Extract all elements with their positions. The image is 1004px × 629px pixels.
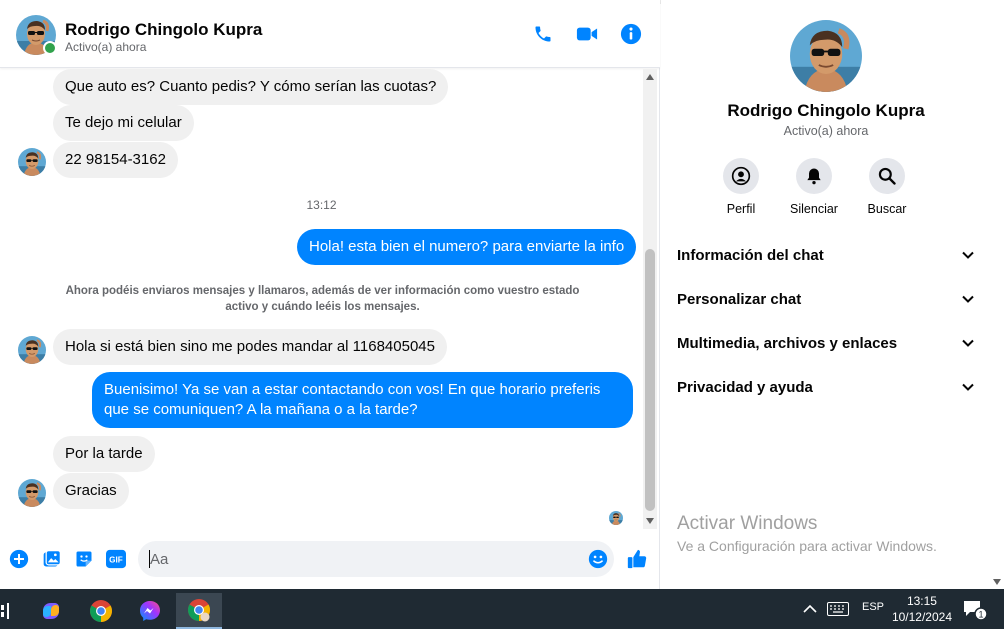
bell-icon bbox=[796, 158, 832, 194]
notifications-icon[interactable]: 1 bbox=[962, 599, 988, 621]
chevron-down-icon bbox=[962, 383, 974, 391]
mute-button[interactable]: Silenciar bbox=[790, 158, 838, 216]
message-outgoing[interactable]: Hola! esta bien el numero? para enviarte… bbox=[297, 229, 637, 265]
message-scrollbar[interactable] bbox=[643, 69, 657, 529]
search-label: Buscar bbox=[867, 202, 907, 216]
section-customize-chat[interactable]: Personalizar chat bbox=[677, 283, 975, 315]
mute-label: Silenciar bbox=[790, 202, 838, 216]
section-label: Personalizar chat bbox=[677, 290, 802, 308]
contact-status: Activo(a) ahora bbox=[65, 40, 147, 54]
language-indicator[interactable]: ESP bbox=[862, 601, 884, 613]
message-incoming[interactable]: Gracias bbox=[53, 473, 129, 509]
message-incoming[interactable]: Te dejo mi celular bbox=[53, 105, 194, 141]
text-caret bbox=[149, 550, 150, 568]
profile-button[interactable]: Perfil bbox=[717, 158, 765, 216]
windows-taskbar: ESP 13:15 10/12/2024 1 bbox=[0, 589, 1004, 629]
sender-avatar[interactable] bbox=[18, 148, 46, 176]
search-button[interactable]: Buscar bbox=[863, 158, 911, 216]
keyboard-icon[interactable] bbox=[826, 599, 850, 619]
section-privacy-help[interactable]: Privacidad y ayuda bbox=[677, 371, 975, 403]
header-actions bbox=[532, 23, 642, 45]
system-clock[interactable]: 13:15 10/12/2024 bbox=[892, 593, 952, 625]
scroll-down-arrow-icon[interactable] bbox=[646, 518, 654, 524]
notification-count: 1 bbox=[978, 610, 983, 620]
clock-time: 13:15 bbox=[906, 594, 937, 608]
timestamp-separator: 13:12 bbox=[306, 198, 337, 212]
plus-icon[interactable] bbox=[8, 548, 30, 570]
profile-icon bbox=[723, 158, 759, 194]
message-incoming[interactable]: Por la tarde bbox=[53, 436, 155, 472]
sender-avatar[interactable] bbox=[18, 336, 46, 364]
messenger-icon[interactable] bbox=[127, 593, 173, 629]
contact-name[interactable]: Rodrigo Chingolo Kupra bbox=[65, 20, 262, 40]
profile-name: Rodrigo Chingolo Kupra bbox=[727, 101, 925, 120]
copilot-icon[interactable] bbox=[28, 593, 74, 629]
gif-icon[interactable]: GIF bbox=[105, 548, 127, 570]
page-scrollbar[interactable] bbox=[990, 0, 1004, 589]
watermark-title: Activar Windows bbox=[677, 513, 818, 534]
clock-date: 10/12/2024 bbox=[891, 610, 952, 624]
section-media-files-links[interactable]: Multimedia, archivos y enlaces bbox=[677, 327, 975, 359]
message-incoming[interactable]: 22 98154-3162 bbox=[53, 142, 178, 178]
sender-avatar[interactable] bbox=[18, 479, 46, 507]
watermark-subtitle: Ve a Configuración para activar Windows. bbox=[677, 538, 937, 554]
chevron-up-icon[interactable] bbox=[802, 599, 818, 619]
chrome-icon[interactable] bbox=[78, 593, 124, 629]
online-status-dot bbox=[43, 41, 57, 55]
privacy-notice: Ahora podéis enviaros mensajes y llamaro… bbox=[65, 285, 580, 313]
chevron-down-icon bbox=[962, 339, 974, 347]
chevron-down-icon bbox=[962, 295, 974, 303]
phone-call-icon[interactable] bbox=[532, 23, 554, 45]
gif-label: GIF bbox=[109, 556, 123, 565]
chevron-down-icon bbox=[962, 251, 974, 259]
search-icon bbox=[869, 158, 905, 194]
profile-avatar[interactable] bbox=[790, 20, 862, 92]
profile-label: Perfil bbox=[726, 202, 756, 216]
profile-status: Activo(a) ahora bbox=[783, 124, 869, 138]
conversation-info-panel: Rodrigo Chingolo Kupra Activo(a) ahora P… bbox=[661, 0, 1004, 589]
info-icon[interactable] bbox=[620, 23, 642, 45]
chat-panel: Rodrigo Chingolo Kupra Activo(a) ahora Q… bbox=[0, 0, 660, 589]
message-incoming[interactable]: Que auto es? Cuanto pedis? Y cómo serían… bbox=[53, 69, 449, 105]
chat-header: Rodrigo Chingolo Kupra Activo(a) ahora bbox=[0, 0, 660, 68]
scroll-thumb[interactable] bbox=[645, 249, 655, 511]
image-icon[interactable] bbox=[41, 548, 63, 570]
thumbs-up-icon[interactable] bbox=[626, 548, 648, 570]
seen-indicator-avatar bbox=[609, 511, 623, 525]
scroll-up-arrow-icon[interactable] bbox=[646, 74, 654, 80]
chrome-profile-window-icon[interactable] bbox=[176, 593, 222, 629]
scroll-down-arrow-icon[interactable] bbox=[993, 579, 1001, 585]
profile-actions: Perfil Silenciar Buscar bbox=[717, 158, 911, 216]
windows-activation-watermark: Activar Windows Ve a Configuración para … bbox=[677, 513, 937, 554]
sticker-icon[interactable] bbox=[73, 548, 95, 570]
section-label: Privacidad y ayuda bbox=[677, 378, 813, 396]
task-view-icon[interactable] bbox=[0, 593, 30, 629]
message-outgoing[interactable]: Buenisimo! Ya se van a estar contactando… bbox=[92, 372, 633, 428]
video-call-icon[interactable] bbox=[576, 23, 598, 45]
section-label: Información del chat bbox=[677, 246, 824, 264]
message-input[interactable] bbox=[138, 541, 614, 577]
message-incoming[interactable]: Hola si está bien sino me podes mandar a… bbox=[53, 329, 447, 365]
message-list[interactable]: Que auto es? Cuanto pedis? Y cómo serían… bbox=[0, 69, 643, 531]
section-label: Multimedia, archivos y enlaces bbox=[677, 334, 898, 352]
composer: GIF bbox=[0, 538, 660, 582]
section-chat-info[interactable]: Información del chat bbox=[677, 239, 975, 271]
emoji-icon[interactable] bbox=[587, 548, 609, 570]
